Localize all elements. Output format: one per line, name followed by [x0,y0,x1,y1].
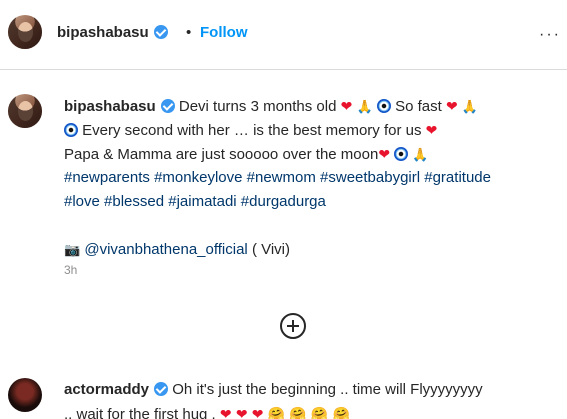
plus-circle-icon[interactable] [280,313,306,339]
hashtag-link[interactable]: #jaimatadi [168,193,236,210]
hashtag-link[interactable]: #newmom [247,169,316,186]
comment-line-1: Oh it's just the beginning .. time will … [172,381,483,398]
post-timestamp[interactable]: 3h [64,263,77,277]
instagram-post-panel: bipashabasu • Follow ··· bipashabasu Dev… [0,0,567,419]
hug-emoji-icon: 🤗 [267,406,286,419]
heart-emoji-icon: ❤ [219,406,232,419]
pray-emoji-icon: 🙏 [461,99,479,114]
credit-suffix: ( Vivi) [251,241,290,258]
hashtag-link[interactable]: #blessed [104,193,164,210]
post-header: bipashabasu • Follow ··· [0,0,567,70]
separator-dot: • [186,24,192,41]
heart-emoji-icon: ❤ [425,122,438,138]
verified-badge-icon [160,99,175,113]
camera-emoji-icon: 📷 [64,242,81,257]
hashtag-link[interactable]: #newparents [64,169,150,186]
evil-eye-emoji-icon [64,123,78,137]
comment-item: actormaddy Oh it's just the beginning ..… [64,378,564,419]
heart-emoji-icon: ❤ [340,98,353,114]
hashtag-link[interactable]: #gratitude [424,169,491,186]
caption-avatar[interactable] [8,94,42,128]
pray-emoji-icon: 🙏 [356,99,373,114]
follow-button[interactable]: Follow [200,24,248,41]
comment-avatar[interactable] [8,378,42,412]
credit-mention-link[interactable]: @vivanbhathena_official [84,241,247,258]
heart-emoji-icon: ❤ [235,406,248,419]
hashtag-link[interactable]: #monkeylove [154,169,242,186]
comment-line-2: .. wait for the first hug . [64,406,216,419]
post-caption: bipashabasu Devi turns 3 months old ❤ 🙏 … [64,94,564,262]
comment-username[interactable]: actormaddy [64,381,149,398]
verified-badge-icon [154,382,169,396]
caption-line-2: Every second with her … is the best memo… [82,122,422,139]
verified-badge-icon [153,25,168,39]
hashtag-link[interactable]: #sweetbabygirl [320,169,420,186]
more-options-icon[interactable]: ··· [539,26,561,44]
hashtag-link[interactable]: #durgadurga [241,193,326,210]
heart-emoji-icon: ❤ [378,146,391,162]
caption-line-3: Papa & Mamma are just sooooo over the mo… [64,146,379,163]
caption-line-1-tail: So fast [395,98,442,115]
heart-emoji-icon: ❤ [445,98,458,114]
header-username[interactable]: bipashabasu [57,24,168,41]
hug-emoji-icon: 🤗 [310,406,329,419]
hug-emoji-icon: 🤗 [289,406,307,419]
heart-emoji-icon: ❤ [251,406,264,419]
hashtag-link[interactable]: #love [64,193,100,210]
hug-emoji-icon: 🤗 [332,406,350,419]
caption-line-1: Devi turns 3 months old [178,98,337,115]
evil-eye-emoji-icon [376,99,391,113]
header-avatar[interactable] [8,15,42,49]
caption-username[interactable]: bipashabasu [64,98,156,115]
pray-emoji-icon: 🙏 [412,147,429,162]
evil-eye-emoji-icon [394,147,409,161]
